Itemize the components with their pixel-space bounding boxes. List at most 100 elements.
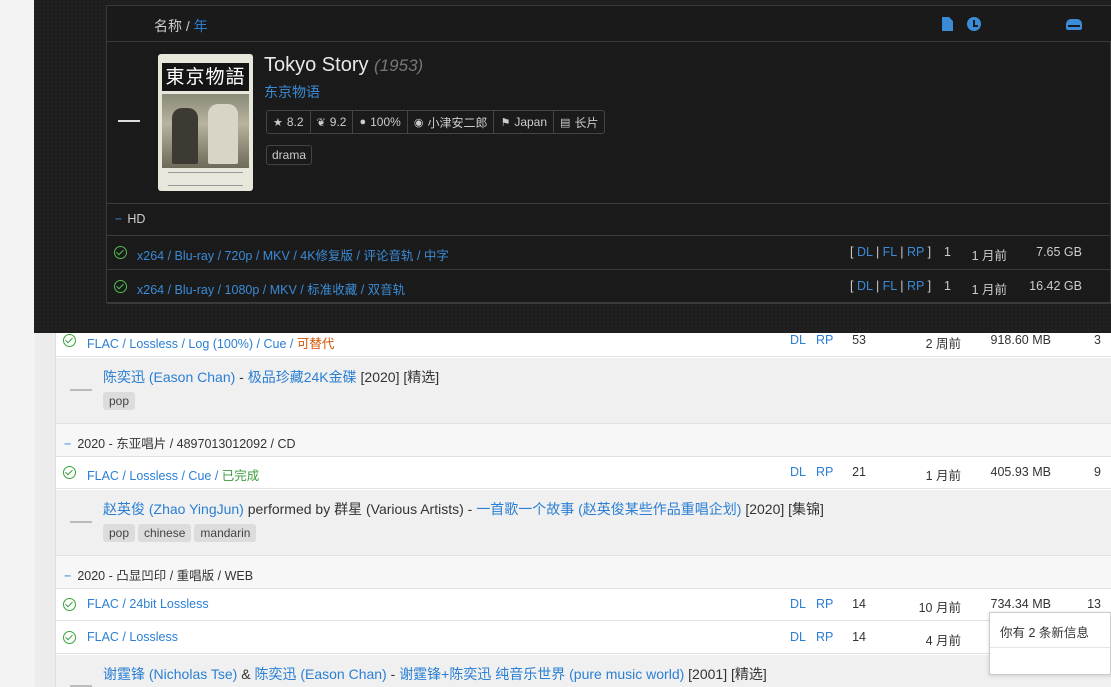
collapse-minus-icon[interactable]: − xyxy=(64,569,71,583)
star-icon: ★ xyxy=(273,116,283,129)
torrent-actions: [ DL | FL | RP ] xyxy=(850,279,932,293)
length-badge[interactable]: ▤ 长片 xyxy=(554,111,604,133)
album-link[interactable]: 一首歌一个故事 (赵英俊某些作品重唱企划) xyxy=(476,501,741,517)
download-link[interactable]: DL xyxy=(857,279,873,293)
upload-age: 1 月前 xyxy=(925,469,961,483)
torrent-desc[interactable]: FLAC / Lossless / Log (100%) / Cue / 可替代 xyxy=(87,333,334,352)
album-meta: [2001] [精选] xyxy=(684,666,767,682)
collapse-minus-icon[interactable]: − xyxy=(115,212,122,226)
artist-link[interactable]: 陈奕迅 (Eason Chan) xyxy=(254,666,386,682)
artist-text: 群星 (Various Artists) xyxy=(334,501,464,517)
user-circle-icon: ◉ xyxy=(413,116,424,129)
imdb-rating-badge[interactable]: ★ 8.2 xyxy=(267,111,311,133)
download-link[interactable]: DL xyxy=(790,465,806,479)
tag[interactable]: chinese xyxy=(138,524,192,542)
movie-badges: ★ 8.2 ❦ 9.2 ● 100% ◉ 小津安二郎 ⚑ Japan ▤ 长片 xyxy=(266,110,606,134)
file-count: 1 xyxy=(944,279,951,293)
upload-age: 1 月前 xyxy=(971,283,1007,297)
film-icon: ▤ xyxy=(560,116,571,129)
seeders-count: 3 xyxy=(1094,333,1101,347)
torrent-actions: [ DL | FL | RP ] xyxy=(850,245,932,259)
title-separator: - xyxy=(463,501,477,517)
download-link[interactable]: DL xyxy=(790,333,806,347)
artist-link[interactable]: 赵英俊 (Zhao YingJun) xyxy=(103,501,244,517)
snatch-count: 53 xyxy=(852,333,866,347)
edition-label: 2020 - 凸显凹印 / 重唱版 / WEB xyxy=(77,569,254,583)
upload-age: 4 月前 xyxy=(925,634,961,648)
column-name-label[interactable]: 名称 xyxy=(154,18,182,34)
freeleech-link[interactable]: FL xyxy=(883,279,897,293)
torrent-desc[interactable]: FLAC / 24bit Lossless xyxy=(87,597,209,611)
flag-icon: ⚑ xyxy=(500,116,511,129)
collapse-minus-icon[interactable]: − xyxy=(64,437,71,451)
album-link[interactable]: 极品珍藏24K金碟 xyxy=(248,369,357,385)
length-label: 长片 xyxy=(574,115,599,130)
poster-figure xyxy=(172,108,198,164)
edition-row[interactable]: −2020 - 东亚唱片 / 4897013012092 / CD xyxy=(56,424,1111,457)
clock-icon[interactable] xyxy=(967,17,981,31)
movie-poster[interactable]: 東京物語 xyxy=(158,54,253,191)
tag[interactable]: pop xyxy=(103,392,136,410)
album-group-row: 赵英俊 (Zhao YingJun) performed by 群星 (Vari… xyxy=(56,490,1111,556)
album-title: 赵英俊 (Zhao YingJun) performed by 群星 (Vari… xyxy=(103,499,824,519)
download-link[interactable]: DL xyxy=(857,245,873,259)
upload-age: 10 月前 xyxy=(918,601,961,615)
douban-rating-badge[interactable]: ❦ 9.2 xyxy=(311,111,354,133)
torrent-format[interactable]: FLAC / Lossless / Log (100%) / Cue / xyxy=(87,337,297,351)
tag[interactable]: pop xyxy=(103,524,136,542)
file-size: 16.42 GB xyxy=(1029,279,1082,293)
status-badge: 已完成 xyxy=(221,469,260,483)
column-name-year[interactable]: 名称 / 年 xyxy=(154,16,208,36)
genre-tag[interactable]: drama xyxy=(266,145,313,165)
movie-alt-title[interactable]: 东京物语 xyxy=(264,82,320,102)
collapse-toggle[interactable] xyxy=(118,120,140,122)
download-link[interactable]: DL xyxy=(790,630,806,644)
collapse-toggle[interactable] xyxy=(70,521,92,523)
torrent-row[interactable]: FLAC / Lossless DL RP 14 4 月前 xyxy=(56,622,1111,654)
status-badge: 可替代 xyxy=(296,337,335,351)
drive-icon[interactable] xyxy=(1066,19,1082,30)
notification-divider xyxy=(990,647,1110,648)
seeders-count: 13 xyxy=(1087,597,1101,611)
movie-title[interactable]: Tokyo Story (1953) xyxy=(264,54,423,77)
movie-detail-card: 名称 / 年 東京物語 Tokyo Story (1953) 东京物语 ★ 8.2… xyxy=(106,5,1111,304)
torrent-row[interactable]: FLAC / 24bit Lossless DL RP 14 10 月前 734… xyxy=(56,589,1111,621)
collapse-toggle[interactable] xyxy=(70,389,92,391)
snatch-count: 21 xyxy=(852,465,866,479)
album-link[interactable]: 谢霆锋+陈奕迅 纯音乐世界 (pure music world) xyxy=(399,666,684,682)
country-badge[interactable]: ⚑ Japan xyxy=(494,111,555,133)
tag[interactable]: mandarin xyxy=(194,524,257,542)
freeleech-link[interactable]: FL xyxy=(883,245,897,259)
torrent-desc[interactable]: FLAC / Lossless / Cue / 已完成 xyxy=(87,465,259,484)
torrent-row[interactable]: x264 / Blu-ray / 720p / MKV / 4K修复版 / 评论… xyxy=(107,236,1111,270)
torrent-desc[interactable]: x264 / Blu-ray / 720p / MKV / 4K修复版 / 评论… xyxy=(137,245,449,264)
poster-title: 東京物語 xyxy=(162,63,249,91)
check-circle-icon xyxy=(63,598,76,611)
check-circle-icon xyxy=(114,246,127,259)
page-left-margin xyxy=(0,0,35,687)
torrent-row[interactable]: FLAC / Lossless / Cue / 已完成 DL RP 21 1 月… xyxy=(56,457,1111,489)
director-badge[interactable]: ◉ 小津安二郎 xyxy=(408,111,495,133)
movie-title-text[interactable]: Tokyo Story xyxy=(264,54,368,76)
report-link[interactable]: RP xyxy=(907,245,924,259)
column-year-label[interactable]: 年 xyxy=(194,18,208,34)
notification-text[interactable]: 你有 2 条新信息 xyxy=(1000,622,1089,641)
torrent-desc[interactable]: x264 / Blu-ray / 1080p / MKV / 标准收藏 / 双音… xyxy=(137,279,405,298)
file-icon[interactable] xyxy=(942,17,953,31)
notification-popup[interactable]: 你有 2 条新信息 xyxy=(989,612,1111,675)
download-link[interactable]: DL xyxy=(790,597,806,611)
check-circle-icon xyxy=(63,334,76,347)
artist-link[interactable]: 陈奕迅 (Eason Chan) xyxy=(103,369,235,385)
file-size: 918.60 MB xyxy=(990,333,1051,347)
torrent-desc[interactable]: FLAC / Lossless xyxy=(87,630,178,644)
torrent-row[interactable]: x264 / Blu-ray / 1080p / MKV / 标准收藏 / 双音… xyxy=(107,270,1111,304)
torrent-format[interactable]: FLAC / Lossless / Cue / xyxy=(87,469,222,483)
edition-row[interactable]: − HD xyxy=(107,204,1111,236)
report-link[interactable]: RP xyxy=(907,279,924,293)
title-separator: - xyxy=(386,666,400,682)
file-size: 734.34 MB xyxy=(990,597,1051,611)
artist-link[interactable]: 谢霆锋 (Nicholas Tse) xyxy=(103,666,237,682)
edition-row[interactable]: −2020 - 凸显凹印 / 重唱版 / WEB xyxy=(56,556,1111,589)
rt-rating-badge[interactable]: ● 100% xyxy=(353,111,408,133)
seeders-count: 9 xyxy=(1094,465,1101,479)
